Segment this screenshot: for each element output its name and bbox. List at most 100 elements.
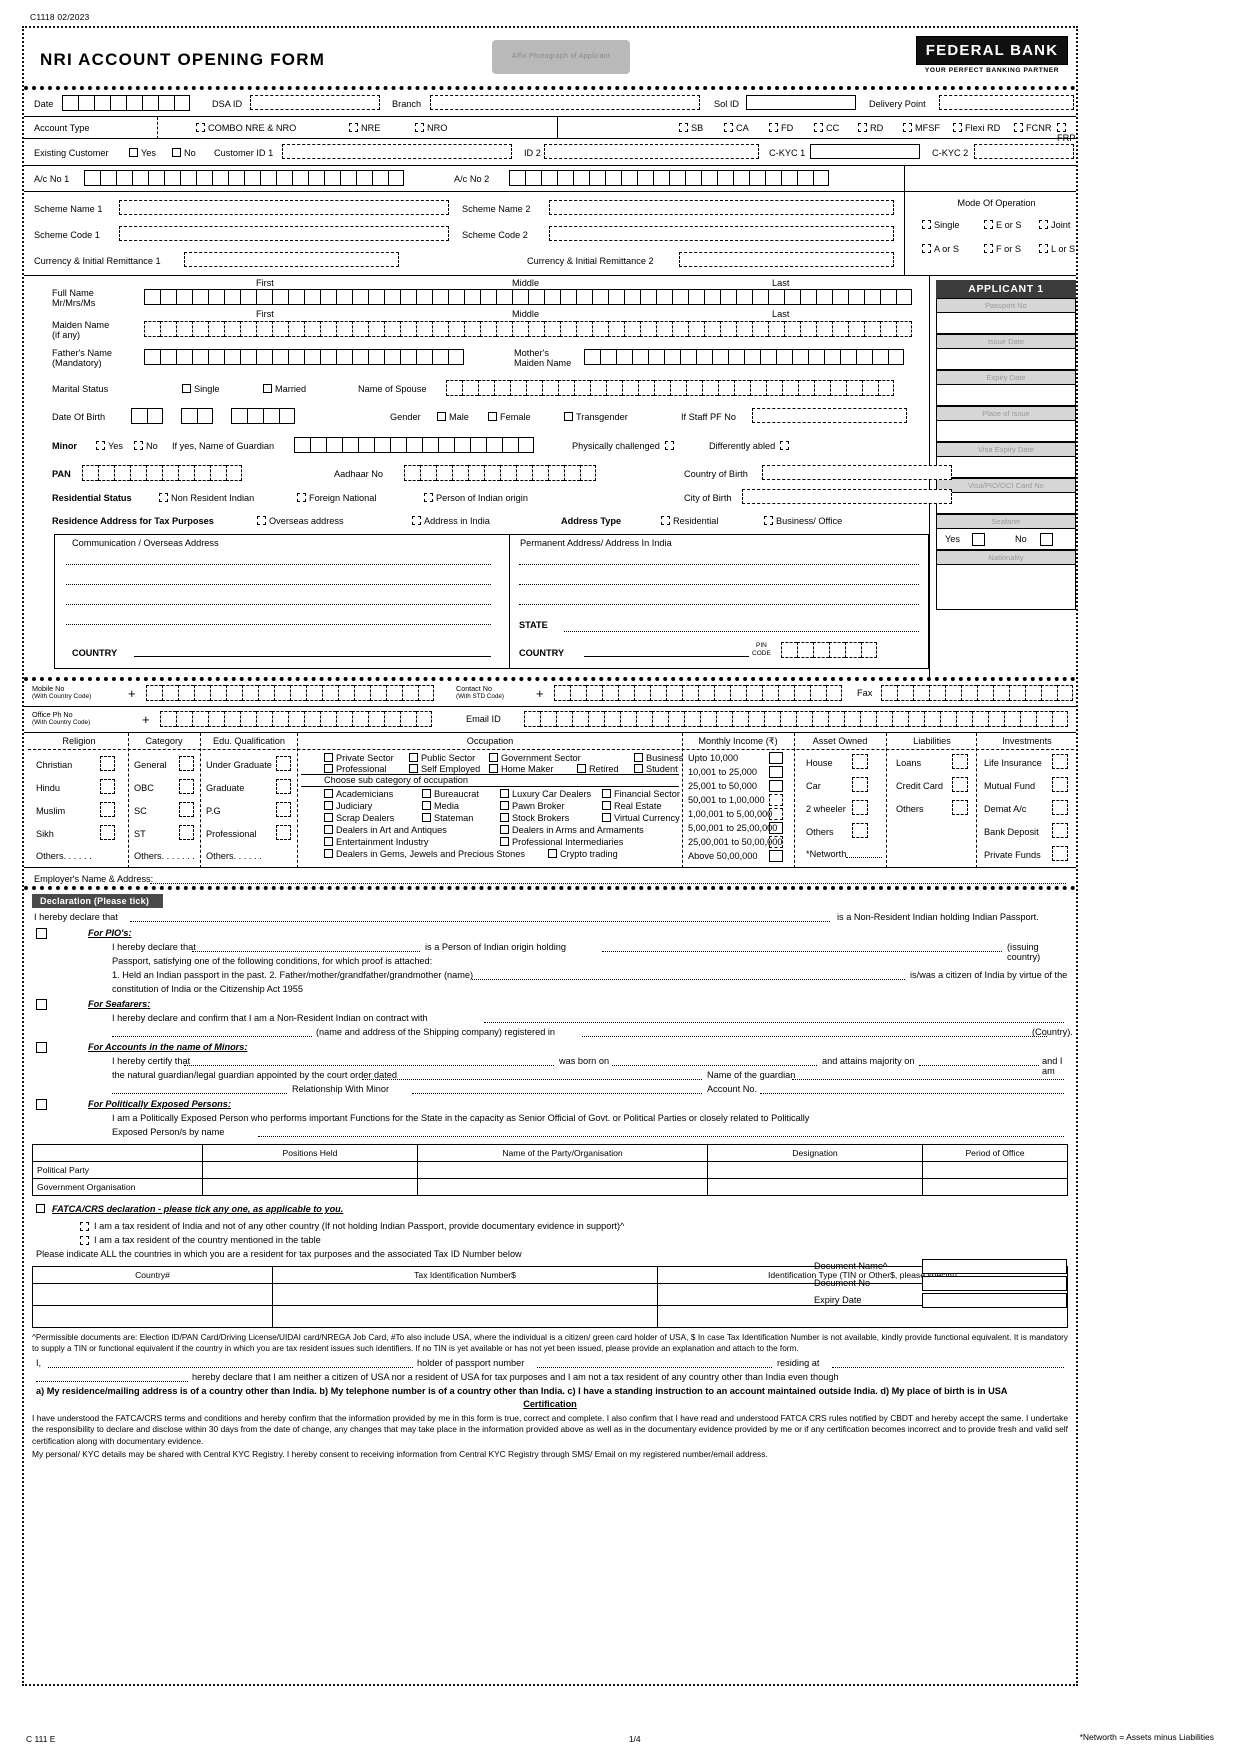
checkbox[interactable] — [297, 493, 306, 502]
subcat-virtual-currency[interactable]: Virtual Currency — [602, 813, 680, 823]
occ-retired[interactable]: Retired — [577, 764, 619, 774]
inv-mutual-fund-checkbox[interactable] — [1052, 777, 1068, 792]
pep-cell[interactable] — [922, 1178, 1068, 1196]
email-input[interactable] — [524, 711, 1068, 727]
sea-company-input[interactable] — [112, 1036, 312, 1037]
comm-addr-line-1[interactable] — [66, 564, 491, 565]
currency-1-input[interactable] — [184, 252, 399, 267]
checkbox[interactable] — [984, 244, 993, 253]
subcat-stateman[interactable]: Stateman — [422, 813, 473, 823]
perm-addr-line-3[interactable] — [519, 604, 919, 605]
addr-type-residential[interactable]: Residential — [661, 516, 718, 526]
pep-cell[interactable] — [417, 1161, 708, 1179]
occ-self-employed[interactable]: Self Employed — [409, 764, 480, 774]
existing-customer-no[interactable]: No — [172, 148, 196, 158]
subcat-crypto[interactable]: Crypto trading — [548, 849, 618, 859]
inv-bank-deposit-checkbox[interactable] — [1052, 823, 1068, 838]
gender-male[interactable]: Male — [437, 412, 469, 422]
category-st-checkbox[interactable] — [179, 825, 194, 840]
checkbox[interactable] — [257, 516, 266, 525]
delivery-point-input[interactable] — [939, 95, 1074, 110]
gender-transgender[interactable]: Transgender — [564, 412, 628, 422]
subcat-stock-brokers[interactable]: Stock Brokers — [500, 813, 569, 823]
mode-e-or-s[interactable]: E or S — [984, 220, 1022, 230]
ac-no-2-input[interactable] — [509, 170, 829, 186]
pin-code-input[interactable] — [781, 642, 877, 658]
income-checkbox-1[interactable] — [769, 766, 783, 778]
mode-joint[interactable]: Joint — [1039, 220, 1070, 230]
inv-life-insurance-checkbox[interactable] — [1052, 754, 1068, 769]
fatca-cell[interactable] — [32, 1305, 273, 1328]
minor-account-checkbox[interactable] — [36, 1042, 47, 1053]
checkbox[interactable] — [409, 764, 418, 773]
maiden-name-input[interactable] — [144, 321, 912, 337]
product-cc[interactable]: CC — [814, 123, 839, 133]
checkbox[interactable] — [1039, 220, 1048, 229]
subcat-bureaucrat[interactable]: Bureaucrat — [422, 789, 479, 799]
differently-abled[interactable]: Differently abled — [709, 441, 790, 451]
physically-challenged[interactable]: Physically challenged — [572, 441, 674, 451]
occ-business[interactable]: Business — [634, 753, 683, 763]
religion-christian-checkbox[interactable] — [100, 756, 115, 771]
pio-checkbox[interactable] — [36, 928, 47, 939]
edu-prof-checkbox[interactable] — [276, 825, 291, 840]
subcat-real-estate[interactable]: Real Estate — [602, 801, 662, 811]
office-ph-input[interactable] — [160, 711, 432, 727]
liab-loans-checkbox[interactable] — [952, 754, 968, 769]
spouse-input[interactable] — [446, 380, 894, 396]
minor-yes[interactable]: Yes — [96, 441, 123, 451]
liab-others-checkbox[interactable] — [952, 800, 968, 815]
edu-grad-checkbox[interactable] — [276, 779, 291, 794]
pep-cell[interactable] — [202, 1161, 418, 1179]
checkbox[interactable] — [324, 825, 333, 834]
edu-pg-checkbox[interactable] — [276, 802, 291, 817]
product-fcnr[interactable]: FCNR — [1014, 123, 1052, 133]
checkbox[interactable] — [437, 412, 446, 421]
checkbox[interactable] — [409, 753, 418, 762]
checkbox[interactable] — [500, 801, 509, 810]
guardian-input[interactable] — [294, 437, 534, 453]
perm-country-input[interactable] — [584, 656, 749, 657]
addr-type-business[interactable]: Business/ Office — [764, 516, 842, 526]
checkbox[interactable] — [1014, 123, 1023, 132]
subcat-judiciary[interactable]: Judiciary — [324, 801, 372, 811]
sidebar-visa-card-no-input[interactable] — [936, 492, 1076, 514]
subcat-art-antiques[interactable]: Dealers in Art and Antiques — [324, 825, 447, 835]
subcat-media[interactable]: Media — [422, 801, 459, 811]
checkbox[interactable] — [80, 1222, 89, 1231]
state-input[interactable] — [564, 631, 919, 632]
checkbox[interactable] — [349, 123, 358, 132]
acct-type-combo[interactable]: COMBO NRE & NRO — [196, 123, 296, 133]
perm-addr-line-1[interactable] — [519, 564, 919, 565]
acct-type-nre[interactable]: NRE — [349, 123, 380, 133]
cert-line2-prefix[interactable] — [36, 1381, 188, 1383]
scheme-code-1-input[interactable] — [119, 226, 449, 241]
checkbox[interactable] — [324, 764, 333, 773]
comm-addr-line-3[interactable] — [66, 604, 491, 605]
fatca-cell[interactable] — [272, 1305, 658, 1328]
doc-name-input[interactable] — [922, 1259, 1067, 1274]
occ-govt[interactable]: Government Sector — [489, 753, 581, 763]
asset-2wheeler-checkbox[interactable] — [852, 800, 868, 815]
checkbox[interactable] — [724, 123, 733, 132]
checkbox[interactable] — [780, 441, 790, 450]
product-flexi-rd[interactable]: Flexi RD — [953, 123, 1000, 133]
checkbox[interactable] — [953, 123, 962, 132]
product-mfsf[interactable]: MFSF — [903, 123, 940, 133]
pep-cell[interactable] — [707, 1161, 923, 1179]
checkbox[interactable] — [661, 516, 670, 525]
occ-student[interactable]: Student — [634, 764, 678, 774]
pio-relative-name-input[interactable] — [472, 979, 905, 980]
minor-majority-input[interactable] — [919, 1065, 1039, 1066]
checkbox[interactable] — [634, 753, 643, 762]
full-name-input[interactable] — [144, 289, 912, 305]
checkbox[interactable] — [858, 123, 867, 132]
checkbox[interactable] — [324, 801, 333, 810]
checkbox[interactable] — [422, 801, 431, 810]
minor-no[interactable]: No — [134, 441, 158, 451]
employer-input[interactable] — [150, 883, 1066, 884]
fatca-cell[interactable] — [32, 1283, 273, 1306]
checkbox[interactable] — [172, 148, 181, 157]
asset-car-checkbox[interactable] — [852, 777, 868, 792]
comm-country-input[interactable] — [134, 656, 491, 657]
